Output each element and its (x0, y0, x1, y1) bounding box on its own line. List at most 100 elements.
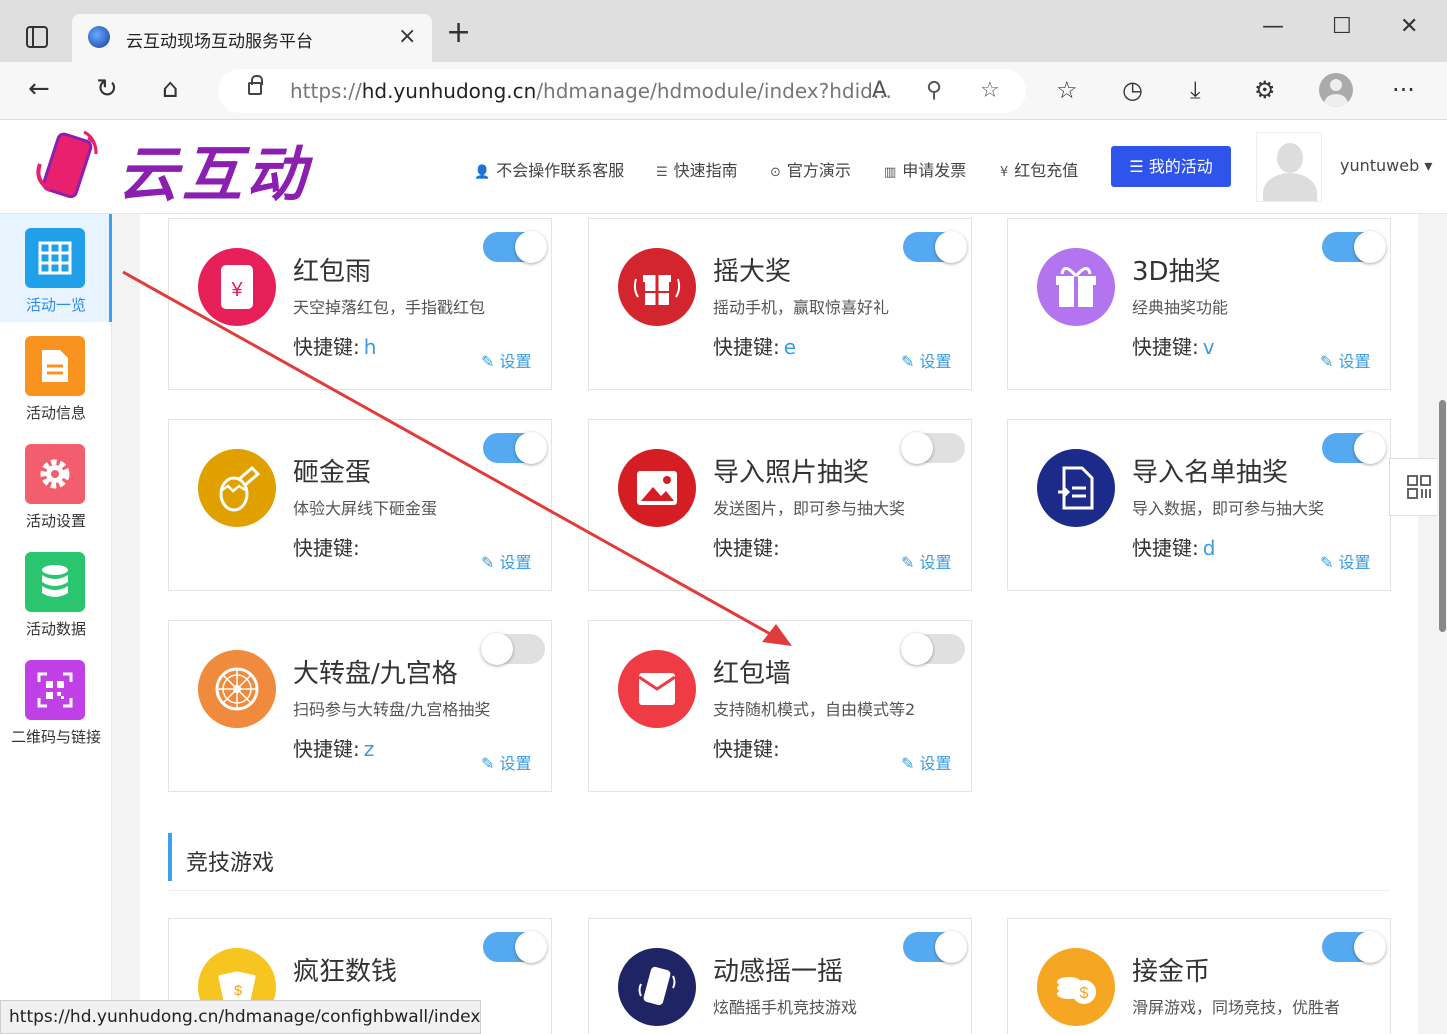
module-title: 红包雨 (293, 257, 372, 287)
module-settings-link[interactable]: ✎ 设置 (481, 750, 532, 774)
section-header-games: 竞技游戏 (168, 833, 1390, 891)
browser-tab-bar: 云互动现场互动服务平台 × + — ☐ ✕ (0, 0, 1447, 62)
section-title: 竞技游戏 (186, 851, 275, 876)
module-toggle[interactable] (901, 432, 965, 464)
grid-menu-icon (1406, 475, 1431, 499)
avatar[interactable] (1256, 132, 1322, 202)
sidebar: 活动一览 活动信息 活动设置 活动数据 二维码与链接 (0, 214, 112, 1034)
nav-quick-guide[interactable]: ☰ 快速指南 (656, 157, 738, 181)
url-text[interactable]: https://hd.yunhudong.cn/hdmanage/hdmodul… (290, 79, 892, 103)
module-settings-link[interactable]: ✎ 设置 (901, 750, 952, 774)
favicon-icon (88, 26, 110, 48)
profile-icon[interactable] (1319, 73, 1353, 107)
close-window-icon[interactable]: ✕ (1400, 14, 1418, 39)
nav-contact-support[interactable]: 👤 不会操作联系客服 (474, 157, 624, 181)
sidebar-item-data[interactable]: 活动数据 (0, 538, 112, 646)
download-icon[interactable]: ⤓ (1190, 76, 1201, 104)
pencil-icon: ✎ (901, 553, 920, 572)
game-title: 疯狂数钱 (293, 957, 398, 987)
game-desc: 炫酷摇手机竞技游戏 (713, 998, 858, 1016)
list-icon: ☰ (1129, 157, 1149, 176)
module-toggle[interactable] (1322, 931, 1386, 963)
tab-close-icon[interactable]: × (398, 24, 416, 49)
sidebar-item-label: 活动信息 (25, 404, 86, 422)
nav-official-demo[interactable]: ⊙ 官方演示 (770, 157, 851, 181)
module-title: 导入名单抽奖 (1132, 458, 1289, 488)
sidebar-item-label: 活动一览 (25, 296, 86, 314)
extensions-icon[interactable]: ⚙ (1254, 76, 1276, 104)
my-activity-button[interactable]: ☰ 我的活动 (1111, 146, 1231, 187)
module-hotkey: 快捷键: (293, 536, 360, 560)
game-title: 动感摇一摇 (713, 957, 844, 987)
sidebar-item-label: 活动设置 (25, 512, 86, 530)
read-aloud-icon[interactable]: A (872, 78, 887, 103)
module-title: 导入照片抽奖 (713, 458, 870, 488)
module-toggle[interactable] (901, 633, 965, 665)
module-desc: 天空掉落红包，手指戳红包 (293, 298, 486, 316)
module-card-3d-lottery: 3D抽奖 经典抽奖功能 快捷键: v ✎ 设置 (1007, 218, 1391, 390)
sidebar-item-info[interactable]: 活动信息 (0, 322, 112, 430)
new-tab-button[interactable]: + (446, 18, 471, 48)
module-hotkey: 快捷键: (713, 737, 780, 761)
module-desc: 发送图片，即可参与抽大奖 (713, 499, 906, 517)
tab-actions-icon[interactable] (26, 26, 48, 48)
wheel-icon (198, 650, 276, 728)
tab-title: 云互动现场互动服务平台 (126, 32, 313, 52)
home-icon[interactable]: ⌂ (162, 74, 179, 104)
module-settings-link[interactable]: ✎ 设置 (481, 348, 532, 372)
favorites-icon[interactable]: ☆ (1056, 76, 1078, 104)
address-bar[interactable]: https://hd.yunhudong.cn/hdmanage/hdmodul… (218, 69, 1026, 113)
photo-icon (618, 449, 696, 527)
logo-text[interactable]: 云互动 (118, 126, 310, 213)
nav-recharge[interactable]: ¥ 红包充值 (1000, 157, 1078, 181)
red-envelope-icon: ¥ (198, 248, 276, 326)
zoom-icon[interactable]: ⚲ (926, 78, 942, 103)
sidebar-item-qrcode[interactable]: 二维码与链接 (0, 646, 112, 754)
back-icon[interactable]: ← (28, 74, 50, 104)
more-icon[interactable]: ··· (1392, 76, 1415, 104)
import-list-icon (1037, 449, 1115, 527)
add-favorite-icon[interactable]: ☆ (980, 78, 1000, 103)
svg-text:$: $ (234, 982, 242, 998)
pencil-icon: ✎ (1320, 352, 1339, 371)
maximize-icon[interactable]: ☐ (1332, 14, 1352, 39)
module-card-wheel: 大转盘/九宫格 扫码参与大转盘/九宫格抽奖 快捷键: z ✎ 设置 (168, 620, 552, 792)
module-toggle[interactable] (1322, 432, 1386, 464)
module-toggle[interactable] (481, 633, 545, 665)
history-icon[interactable]: ◷ (1122, 76, 1143, 104)
module-toggle[interactable] (903, 231, 967, 263)
module-title: 红包墙 (713, 659, 792, 689)
game-title: 接金币 (1132, 957, 1211, 987)
section-accent-bar (168, 833, 172, 881)
username-dropdown[interactable]: yuntuweb ▾ (1340, 156, 1432, 175)
module-toggle[interactable] (483, 432, 547, 464)
golden-egg-icon (198, 449, 276, 527)
module-hotkey: 快捷键: z (293, 737, 375, 761)
coins-icon: $ (1037, 948, 1115, 1026)
module-toggle[interactable] (483, 231, 547, 263)
module-settings-link[interactable]: ✎ 设置 (901, 549, 952, 573)
refresh-icon[interactable]: ↻ (96, 74, 118, 104)
pencil-icon: ✎ (481, 553, 500, 572)
pencil-icon: ✎ (481, 352, 500, 371)
browser-tab[interactable]: 云互动现场互动服务平台 × (72, 14, 432, 62)
minimize-icon[interactable]: — (1262, 14, 1284, 39)
sidebar-item-overview[interactable]: 活动一览 (0, 214, 112, 322)
module-settings-link[interactable]: ✎ 设置 (1320, 348, 1371, 372)
module-toggle[interactable] (483, 931, 547, 963)
module-settings-link[interactable]: ✎ 设置 (1320, 549, 1371, 573)
caret-down-icon: ▾ (1424, 156, 1433, 175)
sidebar-item-settings[interactable]: 活动设置 (0, 430, 112, 538)
scrollbar-thumb[interactable] (1439, 400, 1446, 632)
sidebar-item-label: 二维码与链接 (10, 728, 101, 746)
module-toggle[interactable] (1322, 231, 1386, 263)
module-desc: 支持随机模式，自由模式等2 (713, 700, 916, 718)
module-settings-link[interactable]: ✎ 设置 (481, 549, 532, 573)
module-hotkey: 快捷键: (713, 536, 780, 560)
lock-icon[interactable] (248, 75, 263, 95)
module-settings-link[interactable]: ✎ 设置 (901, 348, 952, 372)
module-title: 3D抽奖 (1132, 257, 1221, 287)
nav-invoice[interactable]: ▥ 申请发票 (884, 157, 966, 181)
module-toggle[interactable] (903, 931, 967, 963)
database-icon (25, 552, 85, 612)
